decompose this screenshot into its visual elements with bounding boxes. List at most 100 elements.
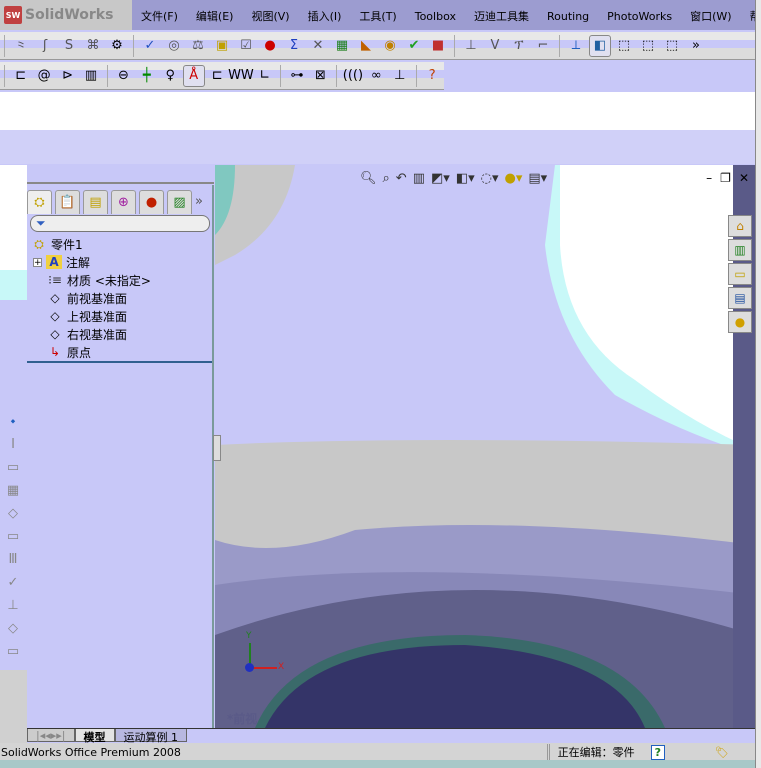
nut-icon[interactable]: @ — [33, 65, 54, 87]
view-orientation-icon[interactable]: ◩▾ — [431, 171, 450, 186]
sketch-icon[interactable]: ⺀ — [10, 35, 32, 57]
wireframe-icon[interactable]: ⬚ — [661, 35, 683, 57]
view-palette-icon[interactable]: ▤ — [728, 287, 752, 309]
spell-check-icon[interactable]: ✓ — [139, 35, 161, 57]
section-view-icon[interactable]: ▥ — [413, 171, 425, 186]
appearances-icon[interactable]: ● — [728, 311, 752, 333]
graphics-viewport[interactable]: 🔍︎ ⌕ ↶ ▥ ◩▾ ◧▾ ◌▾ ●▾ ▤▾ – ❐ ✕ Y X *前视 — [215, 165, 755, 728]
thread-icon[interactable]: ▥ — [80, 65, 101, 87]
draft-analysis-icon[interactable]: ◣ — [355, 35, 377, 57]
menu-file[interactable]: 文件(F) — [132, 8, 187, 24]
appearance-icon[interactable]: ●▾ — [505, 171, 523, 186]
key-icon[interactable]: Å — [183, 64, 205, 87]
tab-scroll-buttons[interactable]: |◂◂▸▸| — [27, 729, 75, 742]
toolbar-grip[interactable] — [4, 64, 5, 87]
traffic-light-icon[interactable]: ● — [259, 35, 281, 57]
rivet-icon[interactable]: ♀ — [160, 65, 181, 87]
tab-motion-study-1[interactable]: 运动算例 1 — [114, 729, 187, 744]
help-book-icon[interactable]: ? — [421, 65, 442, 87]
normal-to-icon[interactable]: ⟂ — [565, 35, 587, 57]
minimize-icon[interactable]: – — [706, 171, 712, 185]
spring-icon[interactable]: S — [58, 35, 80, 57]
tabs-overflow[interactable]: » — [195, 190, 203, 214]
zoom-to-area-icon[interactable]: ⌕ — [383, 171, 390, 186]
dimension-tools-icons[interactable]: ⬩ I ▭ ▦ ◇ ▭ Ⅲ ✓ ⊥ ◇ ▭ — [4, 410, 22, 663]
weld-icon[interactable]: ⊥ — [460, 35, 482, 57]
tab-model[interactable]: 模型 — [74, 729, 115, 744]
bend-icon[interactable]: ⌐ — [532, 35, 554, 57]
zebra-icon[interactable]: ◉ — [379, 35, 401, 57]
photoworks-tab[interactable]: ● — [139, 190, 164, 214]
design-library-icon[interactable]: ▥ — [728, 239, 752, 261]
filter-input[interactable]: ⏷ — [30, 215, 210, 232]
path-icon[interactable]: ʃ — [34, 35, 56, 57]
hidden-lines-gray-icon[interactable]: ⬚ — [637, 35, 659, 57]
section-properties-icon[interactable]: ▣ — [211, 35, 233, 57]
bolt-icon[interactable]: ⊏ — [10, 65, 31, 87]
panel-splitter[interactable] — [213, 435, 221, 461]
color-icon[interactable]: ■ — [427, 35, 449, 57]
standard-toolbar: ⺀ ʃ S ⌘ ⚙ ✓ ◎ ⚖ ▣ ☑ ● Σ ✕ ▦ ◣ ◉ ✔ ■ ⊥ V … — [0, 32, 757, 60]
expand-toggle[interactable]: + — [33, 257, 42, 267]
tree-item-part[interactable]: ⛭ 零件1 — [31, 235, 211, 253]
menu-tools[interactable]: 工具(T) — [350, 8, 405, 24]
previous-view-icon[interactable]: ↶ — [396, 171, 407, 186]
tree-item-material[interactable]: ⁝≡ 材质 <未指定> — [47, 271, 227, 289]
pipe-icon[interactable]: ፕ — [508, 35, 530, 57]
separator — [336, 64, 338, 87]
tools-icon[interactable]: ✕ — [307, 35, 329, 57]
help-icon[interactable]: ? — [650, 744, 666, 760]
tree-item-annotations[interactable]: + A 注解 — [33, 253, 213, 271]
dimxpert-tab[interactable]: ⊕ — [111, 190, 136, 214]
mass-properties-icon[interactable]: ⚖ — [187, 35, 209, 57]
table-icon[interactable]: ▦ — [331, 35, 353, 57]
slot-icon[interactable]: ⊖ — [113, 65, 134, 87]
bracket-icon[interactable]: ⊏ — [207, 65, 228, 87]
display-style-icon[interactable]: ◧▾ — [456, 171, 475, 186]
screw-icon[interactable]: ⊳ — [57, 65, 78, 87]
measure-icon[interactable]: ◎ — [163, 35, 185, 57]
toolbar-grip[interactable] — [4, 34, 5, 57]
angle-icon[interactable]: ∟ — [254, 65, 275, 87]
menu-toolbox[interactable]: Toolbox — [406, 10, 465, 23]
display-manager-tab[interactable]: ▨ — [167, 190, 192, 214]
knurl-icon[interactable]: ⌘ — [82, 35, 104, 57]
tree-item-origin[interactable]: ↳ 原点 — [47, 343, 227, 361]
home-icon[interactable]: ⌂ — [728, 215, 752, 237]
feature-manager-tab[interactable]: ⛭ — [27, 190, 52, 214]
view-settings-icon[interactable]: ▤▾ — [528, 171, 547, 186]
bearing-icon[interactable]: ⊶ — [286, 65, 307, 87]
base-icon[interactable]: ⊥ — [389, 65, 410, 87]
toolbar-overflow[interactable]: » — [685, 35, 707, 57]
seal-icon[interactable]: ⊠ — [310, 65, 331, 87]
groove-icon[interactable]: V — [484, 35, 506, 57]
check-icon[interactable]: ☑ — [235, 35, 257, 57]
menu-view[interactable]: 视图(V) — [242, 8, 298, 24]
property-manager-tab[interactable]: 📋 — [55, 190, 80, 214]
hidden-lines-icon[interactable]: ⬚ — [613, 35, 635, 57]
tree-item-front-plane[interactable]: ◇ 前视基准面 — [47, 289, 227, 307]
sum-icon[interactable]: Σ — [283, 35, 305, 57]
tree-item-right-plane[interactable]: ◇ 右视基准面 — [47, 325, 227, 343]
menu-photoworks[interactable]: PhotoWorks — [598, 10, 681, 23]
file-explorer-icon[interactable]: ▭ — [728, 263, 752, 285]
chain-icon[interactable]: ∞ — [366, 65, 387, 87]
menu-insert[interactable]: 插入(I) — [299, 8, 351, 24]
spring-coil-icon[interactable]: WW — [228, 65, 254, 87]
restore-icon[interactable]: ❐ — [720, 171, 731, 185]
tag-icon[interactable]: 🏷︎ — [715, 746, 729, 759]
configuration-manager-tab[interactable]: ▤ — [83, 190, 108, 214]
menu-window[interactable]: 窗口(W) — [681, 8, 740, 24]
menu-maidi-tools[interactable]: 迈迪工具集 — [465, 8, 538, 24]
menu-edit[interactable]: 编辑(E) — [187, 8, 243, 24]
menu-routing[interactable]: Routing — [538, 10, 598, 23]
close-icon[interactable]: ✕ — [739, 171, 749, 185]
shaded-view-icon[interactable]: ◧ — [589, 34, 611, 57]
pin-icon[interactable]: ┿ — [136, 65, 157, 87]
tree-item-top-plane[interactable]: ◇ 上视基准面 — [47, 307, 227, 325]
ok-icon[interactable]: ✔ — [403, 35, 425, 57]
camera-icon[interactable]: ⚙ — [106, 35, 128, 57]
zoom-to-fit-icon[interactable]: 🔍︎ — [360, 171, 377, 186]
coupling-icon[interactable]: ((() — [342, 65, 363, 87]
hide-show-icon[interactable]: ◌▾ — [481, 171, 499, 186]
